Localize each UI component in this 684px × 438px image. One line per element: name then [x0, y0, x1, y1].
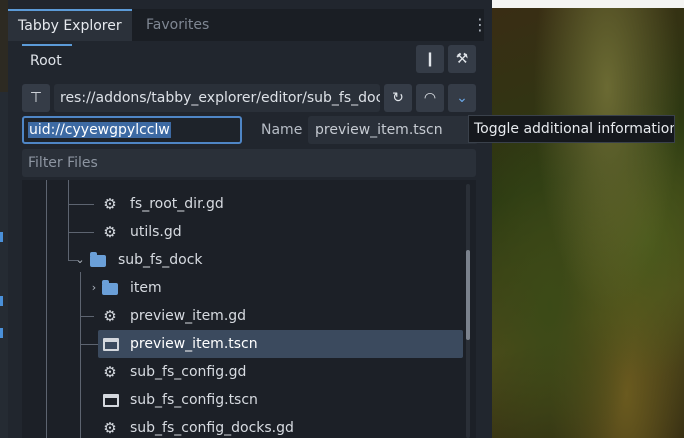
- uid-field[interactable]: uid://cyyewgpylcclw: [22, 116, 242, 144]
- tooltip: Toggle additional information: [468, 115, 675, 143]
- background-strip: [492, 0, 684, 8]
- gear-icon: ⚙: [103, 307, 117, 325]
- info-button[interactable]: ❙: [416, 45, 444, 73]
- folder-icon: [102, 280, 118, 295]
- dock-menu-icon[interactable]: ⋮: [472, 15, 488, 35]
- tree-row-label: preview_item.tscn: [130, 336, 258, 352]
- background-photo: [492, 0, 684, 438]
- tree-row[interactable]: ⚙ fs_root_dir.gd: [22, 190, 462, 218]
- gear-icon: ⚙: [103, 363, 117, 381]
- folder-icon: [90, 252, 106, 267]
- tree-row-selected[interactable]: preview_item.tscn: [22, 330, 463, 358]
- tree-row-label: item: [130, 280, 162, 296]
- dock-tab-bar: Tabby Explorer Favorites ⋮: [8, 9, 488, 41]
- tools-button[interactable]: ⚒: [448, 45, 476, 73]
- chevron-down-icon[interactable]: ⌄: [72, 252, 88, 268]
- tree-scrollbar-thumb[interactable]: [466, 250, 470, 340]
- editor-left-edge: [0, 0, 8, 438]
- edge-marker: [0, 232, 3, 242]
- pin-icon: ⊤: [29, 90, 43, 106]
- tree-row-label: sub_fs_dock: [118, 252, 203, 268]
- gear-icon: ⚙: [103, 195, 117, 213]
- uid-text: uid://cyyewgpylcclw: [28, 122, 171, 138]
- info-icon: ❙: [424, 51, 436, 67]
- tab-root[interactable]: Root: [22, 44, 72, 74]
- tools-icon: ⚒: [455, 51, 469, 67]
- file-tree: ⚙ fs_root_dir.gd ⚙ utils.gd ⌄ sub_fs_doc…: [22, 180, 476, 438]
- tree-row[interactable]: ⚙ sub_fs_config.gd: [22, 358, 462, 386]
- chevron-right-icon[interactable]: ›: [86, 280, 102, 296]
- name-field[interactable]: preview_item.tscn: [308, 116, 478, 144]
- tree-row-label: utils.gd: [130, 224, 182, 240]
- tree-row-label: sub_fs_config.gd: [130, 364, 247, 380]
- gear-icon: ⚙: [103, 223, 117, 241]
- gear-icon: ⚙: [103, 419, 117, 437]
- scene-icon: [103, 394, 119, 407]
- tree-row[interactable]: ⚙ preview_item.gd: [22, 302, 462, 330]
- tree-row[interactable]: ⚙ sub_fs_config_docks.gd: [22, 414, 462, 438]
- refresh-icon: ↻: [392, 90, 404, 106]
- tree-row-label: sub_fs_config_docks.gd: [130, 420, 294, 436]
- signal-icon: ◠: [423, 90, 437, 106]
- name-label: Name: [261, 122, 303, 138]
- tree-row-label: preview_item.gd: [130, 308, 247, 324]
- tree-row[interactable]: ⚙ utils.gd: [22, 218, 462, 246]
- tree-row[interactable]: › item: [22, 274, 462, 302]
- filter-input[interactable]: Filter Files: [22, 149, 476, 177]
- tab-tabby-explorer[interactable]: Tabby Explorer: [8, 9, 132, 41]
- toggle-info-button[interactable]: ⌄: [448, 84, 476, 112]
- refresh-button[interactable]: ↻: [384, 84, 412, 112]
- tree-row-label: sub_fs_config.tscn: [130, 392, 258, 408]
- edge-marker: [0, 328, 3, 338]
- tab-favorites[interactable]: Favorites: [136, 9, 219, 41]
- tree-row-label: fs_root_dir.gd: [130, 196, 224, 212]
- tree-row[interactable]: ⌄ sub_fs_dock: [22, 246, 462, 274]
- tree-row[interactable]: sub_fs_config.tscn: [22, 386, 462, 414]
- chevron-down-icon: ⌄: [456, 90, 468, 106]
- path-input[interactable]: res://addons/tabby_explorer/editor/sub_f…: [54, 84, 380, 112]
- feed-button[interactable]: ◠: [416, 84, 444, 112]
- pin-button[interactable]: ⊤: [22, 84, 50, 112]
- edge-marker: [0, 296, 3, 306]
- scene-icon: [103, 338, 119, 351]
